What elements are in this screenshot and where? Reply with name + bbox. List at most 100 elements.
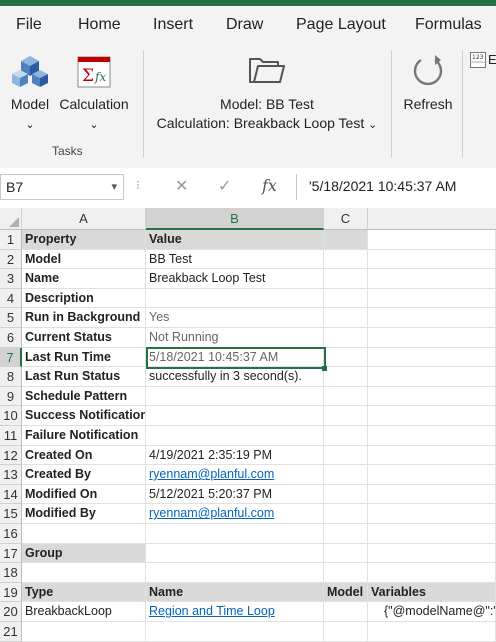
row-header[interactable]: 7	[0, 347, 22, 368]
cell-c17[interactable]	[324, 543, 368, 564]
cell-d12[interactable]	[368, 445, 496, 466]
cell-d7[interactable]	[368, 347, 496, 368]
cell-c18[interactable]	[324, 563, 368, 583]
insert-function-icon[interactable]: fx	[262, 176, 277, 195]
cell-c6[interactable]	[324, 328, 368, 348]
row-header[interactable]: 19	[0, 582, 22, 603]
row-header[interactable]: 20	[0, 602, 22, 622]
cell-c4[interactable]	[324, 288, 368, 309]
cell-b3[interactable]: Breakback Loop Test	[146, 269, 324, 289]
cell-b5[interactable]: Yes	[146, 308, 324, 328]
cell-d20[interactable]: {"@modelName@":"B	[368, 602, 496, 622]
cell-b4[interactable]	[146, 288, 324, 309]
cell-b15[interactable]: ryennam@planful.com	[146, 504, 324, 524]
cell-d8[interactable]	[368, 367, 496, 387]
column-header-c[interactable]: C	[324, 208, 368, 230]
cell-a2[interactable]: Model	[22, 249, 146, 270]
model-button[interactable]: Model ⌄	[6, 52, 54, 142]
calculation-button[interactable]: Σ fx Calculation ⌄	[56, 52, 132, 142]
tab-draw[interactable]: Draw	[226, 16, 263, 34]
cell-a7[interactable]: Last Run Time	[22, 347, 146, 368]
row-header[interactable]: 4	[0, 288, 22, 309]
cell-d17[interactable]	[368, 543, 496, 564]
cell-b18[interactable]	[146, 563, 324, 583]
column-header-d[interactable]	[368, 208, 496, 230]
cell-a11[interactable]: Failure Notification	[22, 426, 146, 446]
tab-page-layout[interactable]: Page Layout	[296, 16, 386, 34]
cell-a14[interactable]: Modified On	[22, 484, 146, 505]
cell-c15[interactable]	[324, 504, 368, 524]
cell-a13[interactable]: Created By	[22, 465, 146, 485]
cell-b6[interactable]: Not Running	[146, 328, 324, 348]
tab-formulas[interactable]: Formulas	[415, 16, 482, 34]
row-header[interactable]: 6	[0, 328, 22, 348]
cell-a15[interactable]: Modified By	[22, 504, 146, 524]
cell-b1[interactable]: Value	[146, 230, 324, 250]
row-header[interactable]: 21	[0, 622, 22, 642]
cell-c20[interactable]	[324, 602, 368, 622]
refresh-button[interactable]: Refresh	[400, 52, 456, 122]
more-options-icon[interactable]: ⁝	[136, 178, 140, 192]
cell-d21[interactable]	[368, 622, 496, 642]
cell-b21[interactable]	[146, 622, 324, 642]
cell-d13[interactable]	[368, 465, 496, 485]
row-header[interactable]: 18	[0, 563, 22, 583]
cell-c2[interactable]	[324, 249, 368, 270]
cell-b2[interactable]: BB Test	[146, 249, 324, 270]
cell-a4[interactable]: Description	[22, 288, 146, 309]
tab-home[interactable]: Home	[78, 16, 121, 34]
cell-a17[interactable]: Group	[22, 543, 146, 564]
row-header[interactable]: 15	[0, 504, 22, 524]
cell-d14[interactable]	[368, 484, 496, 505]
row-header[interactable]: 12	[0, 445, 22, 466]
cell-a1[interactable]: Property	[22, 230, 146, 250]
cell-d6[interactable]	[368, 328, 496, 348]
cell-c7[interactable]	[324, 347, 368, 368]
cell-a5[interactable]: Run in Background	[22, 308, 146, 328]
cell-b9[interactable]	[146, 386, 324, 407]
cell-d1[interactable]	[368, 230, 496, 250]
row-header[interactable]: 8	[0, 367, 22, 387]
model-calculation-selector[interactable]: Model: BB Test Calculation: Breakback Lo…	[150, 50, 384, 136]
cell-d2[interactable]	[368, 249, 496, 270]
cell-b14[interactable]: 5/12/2021 5:20:37 PM	[146, 484, 324, 505]
chevron-down-icon[interactable]: ▾	[111, 180, 117, 193]
cell-d16[interactable]	[368, 524, 496, 544]
cell-c12[interactable]	[324, 445, 368, 466]
cell-c13[interactable]	[324, 465, 368, 485]
formula-input[interactable]: '5/18/2021 10:45:37 AM	[296, 174, 496, 200]
cell-d9[interactable]	[368, 386, 496, 407]
cell-a19[interactable]: Type	[22, 582, 146, 603]
cell-a3[interactable]: Name	[22, 269, 146, 289]
cell-c1[interactable]	[324, 230, 368, 250]
cell-a21[interactable]	[22, 622, 146, 642]
cell-c8[interactable]	[324, 367, 368, 387]
cell-d10[interactable]	[368, 406, 496, 426]
row-header[interactable]: 9	[0, 386, 22, 407]
cell-b19[interactable]: Name	[146, 582, 324, 603]
cell-a12[interactable]: Created On	[22, 445, 146, 466]
fill-handle[interactable]	[322, 366, 327, 371]
cell-a10[interactable]: Success Notification	[22, 406, 146, 426]
cell-d3[interactable]	[368, 269, 496, 289]
cell-b12[interactable]: 4/19/2021 2:35:19 PM	[146, 445, 324, 466]
tab-insert[interactable]: Insert	[153, 16, 193, 34]
cell-d5[interactable]	[368, 308, 496, 328]
cell-d4[interactable]	[368, 288, 496, 309]
row-header[interactable]: 2	[0, 249, 22, 270]
truncated-ribbon-label[interactable]: E	[488, 52, 496, 67]
cell-c14[interactable]	[324, 484, 368, 505]
cell-b20[interactable]: Region and Time Loop	[146, 602, 324, 622]
row-header[interactable]: 11	[0, 426, 22, 446]
cell-c9[interactable]	[324, 386, 368, 407]
enter-check-icon[interactable]: ✓	[218, 176, 231, 196]
cell-a9[interactable]: Schedule Pattern	[22, 386, 146, 407]
cell-c10[interactable]	[324, 406, 368, 426]
column-header-a[interactable]: A	[22, 208, 146, 230]
cell-b11[interactable]	[146, 426, 324, 446]
row-header[interactable]: 16	[0, 524, 22, 544]
cell-d19[interactable]: Variables	[368, 582, 496, 603]
cell-d15[interactable]	[368, 504, 496, 524]
cell-a16[interactable]	[22, 524, 146, 544]
cell-d18[interactable]	[368, 563, 496, 583]
